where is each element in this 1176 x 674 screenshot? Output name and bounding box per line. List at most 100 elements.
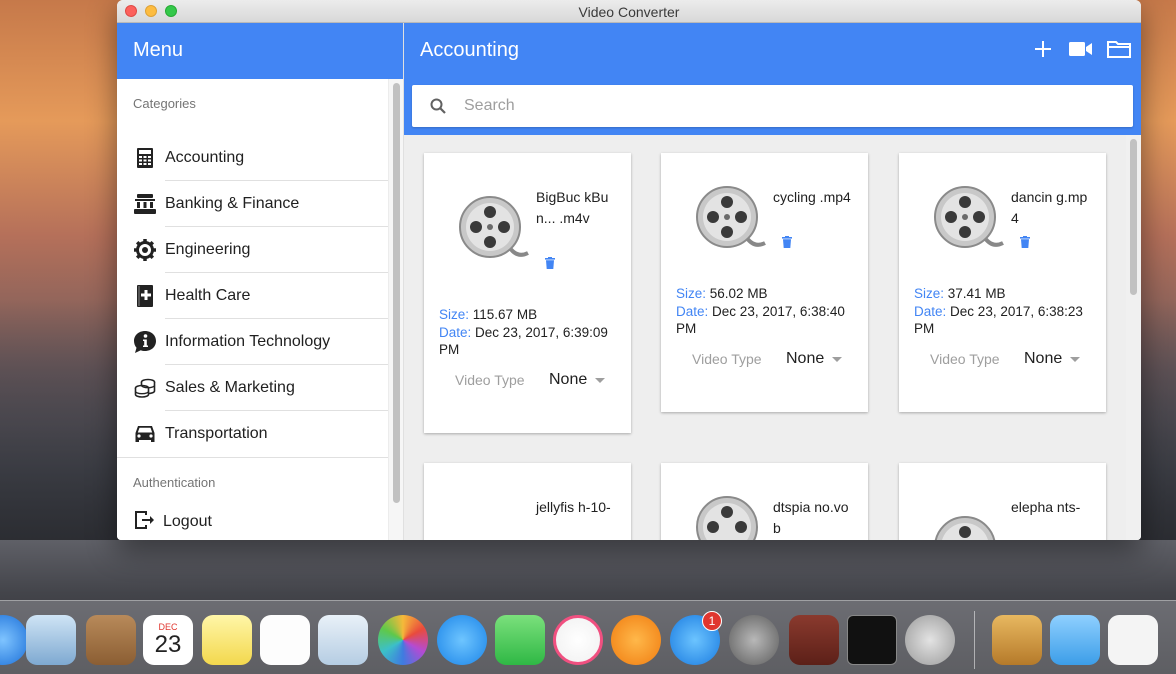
logout-button[interactable]: Logout bbox=[117, 510, 403, 534]
dock-app-store-icon[interactable]: 1 bbox=[670, 611, 722, 665]
sidebar: Menu Categories Accounting Banking & Fin… bbox=[117, 23, 403, 540]
trash-icon bbox=[545, 256, 555, 273]
video-type-select[interactable]: None bbox=[786, 350, 843, 368]
gear-icon bbox=[133, 238, 157, 262]
open-folder-button[interactable] bbox=[1107, 39, 1131, 63]
add-button[interactable] bbox=[1031, 39, 1055, 63]
size-value: 56.02 MB bbox=[709, 286, 768, 301]
film-reel-icon bbox=[458, 193, 530, 265]
dock-mail-icon[interactable] bbox=[26, 615, 76, 665]
video-type-value: None bbox=[786, 350, 825, 367]
sidebar-scrollbar[interactable] bbox=[388, 79, 403, 540]
sidebar-item-information-technology[interactable]: Information Technology bbox=[133, 319, 403, 365]
sidebar-item-transportation[interactable]: Transportation bbox=[133, 411, 403, 457]
dock-reminders-icon[interactable] bbox=[260, 615, 310, 665]
info-icon bbox=[133, 330, 157, 354]
dock-messages-icon[interactable] bbox=[437, 615, 487, 665]
file-name: cycling .mp4 bbox=[773, 189, 851, 205]
dock-terminal-icon[interactable] bbox=[847, 615, 897, 665]
video-card[interactable]: cycling .mp4 Size: 56.02 MB Date: Dec 23… bbox=[661, 153, 868, 412]
logout-label: Logout bbox=[163, 513, 212, 530]
dock-separator bbox=[974, 611, 975, 669]
dock-package-icon[interactable] bbox=[992, 615, 1042, 665]
video-card[interactable]: jellyfis h-10- bbox=[424, 463, 631, 540]
date-label: Date: bbox=[914, 304, 947, 319]
main-scrollbar[interactable] bbox=[1126, 135, 1141, 540]
coins-icon bbox=[133, 376, 157, 400]
dock-video-converter-icon[interactable] bbox=[905, 615, 955, 665]
calendar-day: 23 bbox=[154, 631, 182, 658]
delete-button[interactable] bbox=[782, 235, 794, 249]
dock-maps-icon[interactable] bbox=[318, 615, 368, 665]
file-size: Size: 56.02 MB bbox=[676, 285, 861, 302]
header-actions bbox=[1031, 39, 1131, 63]
video-type-label: Video Type bbox=[455, 372, 525, 388]
dock-safari-icon[interactable] bbox=[0, 615, 28, 665]
file-name: dancin g.mp4 bbox=[1011, 189, 1088, 226]
size-value: 37.41 MB bbox=[947, 286, 1006, 301]
sidebar-item-label: Accounting bbox=[165, 135, 388, 181]
sidebar-item-label: Transportation bbox=[165, 425, 268, 442]
video-type-select[interactable]: None bbox=[549, 371, 606, 389]
video-card[interactable]: dtspia no.vob bbox=[661, 463, 868, 540]
search-icon bbox=[412, 98, 464, 114]
main-scroll-thumb[interactable] bbox=[1130, 139, 1137, 295]
video-card[interactable]: elepha nts- bbox=[899, 463, 1106, 540]
dock-ibooks-icon[interactable] bbox=[611, 615, 661, 665]
sidebar-item-label: Information Technology bbox=[165, 319, 388, 365]
add-icon bbox=[1034, 40, 1052, 63]
bank-icon bbox=[133, 192, 157, 216]
calculator-icon bbox=[133, 146, 157, 170]
medical-book-icon bbox=[133, 284, 157, 308]
film-reel-icon bbox=[933, 183, 1005, 255]
video-type-label: Video Type bbox=[692, 351, 762, 367]
delete-button[interactable] bbox=[545, 256, 557, 270]
sidebar-item-sales-marketing[interactable]: Sales & Marketing bbox=[133, 365, 403, 411]
sidebar-item-banking-finance[interactable]: Banking & Finance bbox=[133, 181, 403, 227]
file-name: BigBuc kBun... .m4v bbox=[536, 189, 609, 226]
sidebar-item-label: Sales & Marketing bbox=[165, 365, 388, 411]
video-card[interactable]: BigBuc kBun... .m4v Size: 115.67 MB Date… bbox=[424, 153, 631, 433]
date-label: Date: bbox=[439, 325, 472, 340]
video-type-value: None bbox=[549, 371, 588, 388]
categories-title: Categories bbox=[133, 96, 196, 111]
dock-notes-icon[interactable] bbox=[202, 615, 252, 665]
file-date: Date: Dec 23, 2017, 6:38:23 PM bbox=[914, 303, 1099, 337]
size-label: Size: bbox=[914, 286, 945, 301]
dock-facetime-icon[interactable] bbox=[495, 615, 545, 665]
video-type-select[interactable]: None bbox=[1024, 350, 1081, 368]
dock-contacts-icon[interactable] bbox=[86, 615, 136, 665]
sidebar-item-engineering[interactable]: Engineering bbox=[133, 227, 403, 273]
dock: DEC 23 1 bbox=[0, 600, 1176, 674]
dropdown-caret-icon bbox=[1070, 356, 1081, 362]
date-label: Date: bbox=[676, 304, 709, 319]
page-title: Accounting bbox=[420, 39, 519, 61]
sidebar-header: Menu bbox=[117, 23, 403, 79]
title-bar[interactable]: Video Converter bbox=[117, 0, 1141, 23]
dock-applications-folder-icon[interactable] bbox=[1050, 615, 1100, 665]
video-camera-button[interactable] bbox=[1069, 39, 1093, 63]
search-bar[interactable] bbox=[412, 85, 1133, 127]
dock-system-preferences-icon[interactable] bbox=[729, 615, 779, 665]
video-card[interactable]: dancin g.mp4 Size: 37.41 MB Date: Dec 23… bbox=[899, 153, 1106, 412]
dock-audiobook-icon[interactable] bbox=[789, 615, 839, 665]
sidebar-scroll-thumb[interactable] bbox=[393, 83, 400, 503]
file-date: Date: Dec 23, 2017, 6:39:09 PM bbox=[439, 324, 624, 358]
sidebar-item-accounting[interactable]: Accounting bbox=[133, 135, 403, 181]
delete-button[interactable] bbox=[1020, 235, 1032, 249]
film-reel-icon bbox=[695, 183, 767, 255]
size-label: Size: bbox=[439, 307, 470, 322]
film-reel-icon bbox=[933, 513, 1005, 540]
file-name: elepha nts- bbox=[1011, 499, 1081, 515]
dock-itunes-icon[interactable] bbox=[553, 615, 603, 665]
search-input[interactable] bbox=[464, 97, 1133, 115]
file-size: Size: 115.67 MB bbox=[439, 306, 624, 323]
dock-calendar-icon[interactable]: DEC 23 bbox=[143, 615, 193, 665]
video-type-label: Video Type bbox=[930, 351, 1000, 367]
sidebar-item-health-care[interactable]: Health Care bbox=[133, 273, 403, 319]
video-grid: BigBuc kBun... .m4v Size: 115.67 MB Date… bbox=[424, 153, 1121, 540]
dock-downloads-icon[interactable] bbox=[1108, 615, 1158, 665]
trash-icon bbox=[782, 235, 792, 252]
dock-photos-icon[interactable] bbox=[378, 615, 428, 665]
film-reel-icon bbox=[695, 493, 767, 540]
